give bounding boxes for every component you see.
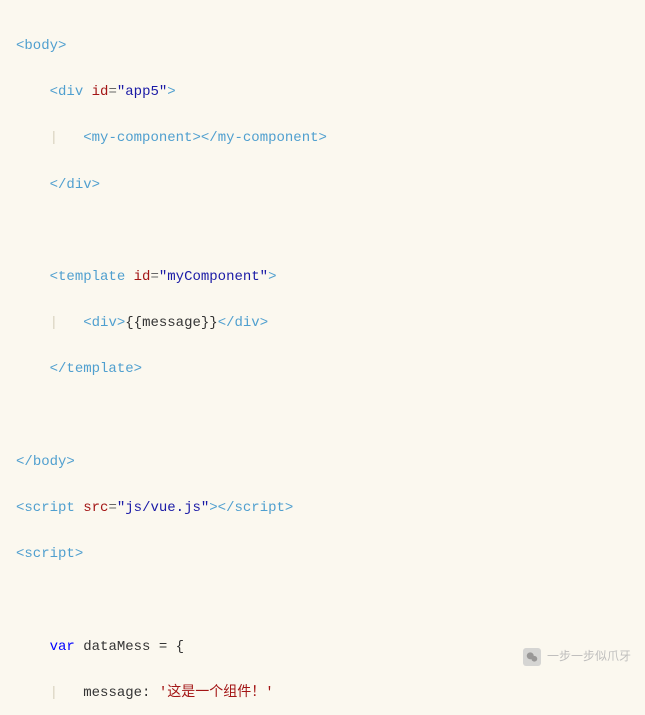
code-line (14, 589, 639, 612)
code-line: | message: '这是一个组件！' (14, 682, 639, 705)
code-line: | <my-component></my-component> (14, 127, 639, 150)
code-line: </body> (14, 451, 639, 474)
code-line: | <div>{{message}}</div> (14, 312, 639, 335)
code-line: var dataMess = { (14, 636, 639, 659)
code-line: <script> (14, 543, 639, 566)
code-line: </template> (14, 358, 639, 381)
code-line: </div> (14, 174, 639, 197)
code-line (14, 405, 639, 428)
code-line: <script src="js/vue.js"></script> (14, 497, 639, 520)
code-line: <body> (14, 35, 639, 58)
code-line: <template id="myComponent"> (14, 266, 639, 289)
code-line (14, 220, 639, 243)
code-line: <div id="app5"> (14, 81, 639, 104)
code-block: <body> <div id="app5"> | <my-component><… (0, 0, 645, 715)
